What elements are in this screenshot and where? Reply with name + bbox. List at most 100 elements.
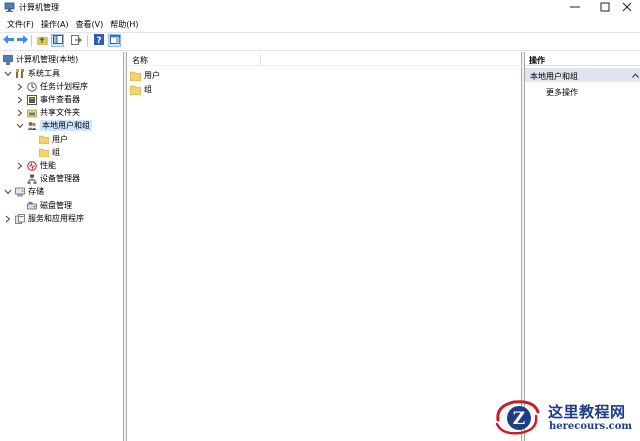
navigation-tree: 计算机管理(本地) 系统工具 任务计划程序 事件查看器 共享文件夹 本地用户和组…: [0, 52, 124, 441]
list-item[interactable]: 用户: [129, 69, 160, 82]
tree-label: 本地用户和组: [40, 120, 92, 131]
computer-management-icon: [4, 2, 15, 13]
folder-icon: [129, 85, 142, 95]
watermark-url: herecours.com: [549, 421, 633, 432]
menu-help[interactable]: 帮助(H): [107, 17, 142, 31]
performance-icon: [27, 160, 37, 171]
tree-item-services-apps[interactable]: 服务和应用程序: [5, 212, 84, 225]
tree-item-device-manager[interactable]: 设备管理器: [27, 172, 80, 185]
shared-folder-icon: [27, 108, 37, 118]
column-header-name[interactable]: 名称: [132, 55, 148, 66]
toolbar: ?: [0, 33, 640, 49]
forward-button[interactable]: [16, 34, 29, 47]
collapse-up-icon[interactable]: [632, 71, 639, 80]
tree-item-system-tools[interactable]: 系统工具: [4, 67, 60, 80]
tree-label: 用户: [52, 135, 68, 144]
folder-icon: [39, 135, 49, 145]
list-item-label: 用户: [144, 71, 160, 80]
menu-bar: 文件(F) 操作(A) 查看(V) 帮助(H): [0, 17, 640, 31]
list-item[interactable]: 组: [129, 83, 152, 96]
menu-action[interactable]: 操作(A): [38, 17, 73, 31]
content-list: 名称 用户 组: [126, 52, 523, 441]
minimize-icon: [570, 2, 580, 12]
more-actions-link[interactable]: 更多操作: [546, 87, 578, 98]
menu-file[interactable]: 文件(F): [4, 17, 38, 31]
list-item-label: 组: [144, 85, 152, 94]
services-apps-icon: [15, 213, 25, 224]
actions-section-label: 本地用户和组: [530, 72, 578, 81]
tree-label: 系统工具: [28, 69, 60, 78]
title-bar: 计算机管理: [0, 0, 640, 16]
tree-item-storage[interactable]: 存储: [4, 185, 44, 198]
properties-icon: [109, 35, 120, 46]
device-manager-icon: [27, 174, 37, 184]
up-folder-button[interactable]: [36, 34, 49, 47]
window-title: 计算机管理: [19, 3, 59, 12]
tree-item-disk-management[interactable]: 磁盘管理: [27, 199, 72, 212]
tree-label: 共享文件夹: [40, 108, 80, 117]
chevron-down-icon[interactable]: [16, 122, 24, 130]
tree-label: 磁盘管理: [40, 201, 72, 210]
watermark-logo-letter: Z: [513, 409, 525, 429]
folder-icon: [39, 148, 49, 158]
column-divider[interactable]: [260, 54, 261, 66]
users-icon: [27, 121, 37, 131]
tree-label: 服务和应用程序: [28, 214, 84, 223]
tree-label: 性能: [40, 161, 56, 170]
tree-item-root[interactable]: 计算机管理(本地): [3, 53, 78, 66]
watermark-title: 这里教程网: [548, 403, 626, 421]
maximize-icon: [600, 2, 610, 12]
chevron-down-icon[interactable]: [4, 70, 12, 78]
export-list-button[interactable]: [70, 34, 83, 47]
clock-icon: [27, 81, 37, 92]
chevron-right-icon[interactable]: [16, 83, 24, 91]
tree-label: 组: [52, 148, 60, 157]
up-folder-icon: [37, 35, 48, 47]
show-hide-tree-icon: [52, 35, 63, 46]
tools-icon: [15, 68, 25, 79]
toolbar-separator: [31, 35, 32, 47]
computer-management-icon: [3, 54, 13, 65]
minimize-button[interactable]: [560, 0, 590, 14]
close-icon: [622, 2, 632, 12]
help-button[interactable]: ?: [92, 34, 105, 47]
disk-management-icon: [27, 201, 37, 211]
tree-item-event-viewer[interactable]: 事件查看器: [17, 93, 80, 106]
back-button[interactable]: [2, 34, 15, 47]
tree-label: 事件查看器: [40, 95, 80, 104]
toolbar-separator-line: [0, 50, 640, 51]
chevron-right-icon[interactable]: [16, 96, 24, 104]
tree-label: 设备管理器: [40, 174, 80, 183]
tree-item-performance[interactable]: 性能: [17, 159, 56, 172]
toolbar-separator: [87, 35, 88, 47]
watermark-logo: Z: [492, 398, 542, 436]
tree-item-shared-folders[interactable]: 共享文件夹: [17, 106, 80, 119]
event-viewer-icon: [27, 94, 37, 105]
actions-section-local-users-groups[interactable]: 本地用户和组: [525, 68, 640, 82]
tree-item-groups[interactable]: 组: [39, 146, 60, 159]
menu-view[interactable]: 查看(V): [73, 17, 108, 31]
export-list-icon: [71, 34, 82, 47]
chevron-right-icon[interactable]: [4, 215, 12, 223]
tree-label: 任务计划程序: [40, 82, 88, 91]
forward-icon: [17, 35, 28, 46]
chevron-down-icon[interactable]: [4, 188, 12, 196]
tree-label: 计算机管理(本地): [16, 55, 79, 64]
svg-text:?: ?: [96, 36, 101, 45]
chevron-right-icon[interactable]: [16, 109, 24, 117]
back-icon: [3, 35, 14, 46]
help-icon: ?: [93, 34, 104, 47]
tree-label: 存储: [28, 187, 44, 196]
storage-icon: [15, 187, 25, 197]
list-header: 名称: [127, 52, 523, 66]
tree-item-task-scheduler[interactable]: 任务计划程序: [17, 80, 88, 93]
close-button[interactable]: [612, 0, 640, 14]
folder-icon: [129, 71, 142, 81]
chevron-right-icon[interactable]: [16, 162, 24, 170]
show-hide-tree-button[interactable]: [51, 34, 64, 47]
properties-button[interactable]: [108, 34, 121, 47]
actions-header: 操作: [525, 52, 640, 66]
actions-pane: 操作 本地用户和组 更多操作: [524, 52, 640, 441]
tree-item-local-users-groups[interactable]: 本地用户和组: [16, 119, 92, 132]
tree-item-users[interactable]: 用户: [39, 133, 68, 146]
